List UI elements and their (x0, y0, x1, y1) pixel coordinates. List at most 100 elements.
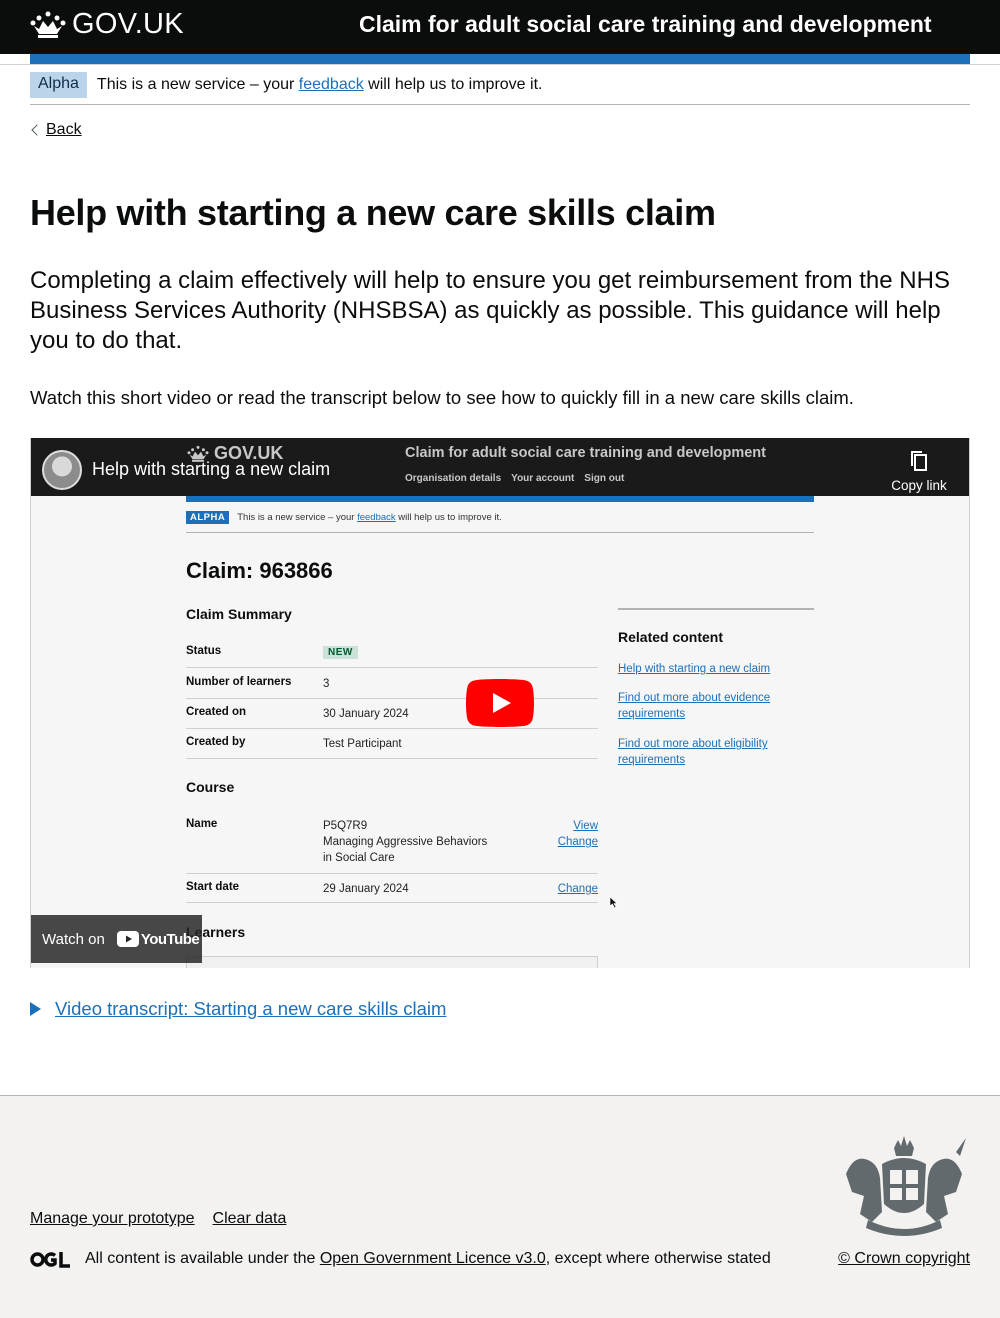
service-name-link[interactable]: Claim for adult social care training and… (359, 11, 932, 38)
video-frame-claim-title: Claim: 963866 (186, 558, 333, 583)
govuk-header: GOV.UK Claim for adult social care train… (0, 0, 1000, 54)
video-frame-divider (186, 532, 814, 533)
change-link: Change (557, 836, 598, 848)
phase-text-after: will help us to improve it. (363, 76, 543, 93)
watch-on-youtube-button[interactable]: Watch on YouTube (31, 915, 202, 963)
summary-actions: View Change (558, 818, 598, 850)
summary-value: 3 (323, 678, 330, 690)
video-frame-nav: Organisation details Your account Sign o… (405, 473, 624, 484)
video-frame-phase-after: will help us to improve it. (395, 512, 502, 523)
summary-key: Created on (186, 706, 247, 718)
logo-text: GOV.UK (72, 8, 184, 40)
channel-avatar[interactable] (42, 450, 82, 490)
copy-link-label: Copy link (891, 478, 947, 493)
licence-text: All content is available under the Open … (85, 1250, 771, 1268)
mouse-cursor-icon (610, 897, 618, 908)
summary-value: Test Participant (323, 738, 402, 750)
video-frame-nav-item: Organisation details (405, 473, 502, 484)
lead-paragraph: Completing a claim effectively will help… (30, 267, 950, 354)
licence-text-before: All content is available under the (85, 1250, 320, 1267)
youtube-icon (116, 931, 139, 947)
related-link: Find out more about evidence requirement… (618, 692, 771, 720)
learners-table-top (186, 956, 598, 968)
phase-banner: Alpha This is a new service – your feedb… (30, 72, 542, 98)
video-embed[interactable]: Help with starting a new claim GOV.UK Cl… (30, 438, 970, 968)
header-blue-bar (30, 54, 970, 64)
video-frame-phase-banner: ALPHA This is a new service – your feedb… (186, 511, 502, 524)
summary-value: NEW (323, 644, 358, 661)
video-frame-nav-item: Your account (511, 473, 575, 484)
summary-key: Name (186, 818, 218, 830)
play-button-icon[interactable] (466, 679, 534, 727)
royal-coat-of-arms-icon (846, 1136, 966, 1236)
govuk-logo-link[interactable]: GOV.UK (30, 8, 184, 41)
summary-row-created-on: Created on 30 January 2024 (186, 706, 598, 729)
summary-actions: Change (558, 881, 598, 897)
status-badge: NEW (323, 646, 358, 659)
video-frame-service: Claim for adult social care training and… (405, 445, 766, 461)
summary-row-status: Status NEW (186, 645, 598, 668)
video-frame-nav-item: Sign out (584, 473, 625, 484)
course-row-start-date: Start date 29 January 2024 Change (186, 881, 598, 903)
summary-key: Start date (186, 881, 240, 893)
footer-link-clear-data[interactable]: Clear data (213, 1210, 287, 1228)
phase-tag: Alpha (30, 72, 87, 98)
course-name-line-1: Managing Aggressive Behaviors (323, 836, 488, 848)
related-link: Find out more about eligibility requirem… (618, 738, 768, 766)
related-divider (618, 608, 814, 610)
ogl-logo-icon (30, 1251, 70, 1268)
summary-row-created-by: Created by Test Participant (186, 736, 598, 759)
change-link: Change (557, 883, 598, 895)
summary-value: P5Q7R9 Managing Aggressive Behaviors in … (323, 818, 487, 866)
video-frame-blue-bar (186, 496, 814, 502)
summary-row-learners: Number of learners 3 (186, 676, 598, 699)
crown-copyright: © Crown copyright (838, 1250, 970, 1268)
video-frame-course-heading: Course (186, 779, 235, 795)
ogl-licence-link[interactable]: Open Government Licence v3.0 (320, 1250, 546, 1267)
phase-divider (30, 104, 970, 105)
video-frame-phase-text: This is a new service – your feedback wi… (237, 512, 502, 523)
course-code: P5Q7R9 (323, 820, 368, 832)
related-content-heading: Related content (618, 629, 724, 645)
header-divider (0, 64, 1000, 65)
phase-text-before: This is a new service – your (96, 76, 299, 93)
summary-value: 30 January 2024 (323, 708, 409, 720)
footer-links: Manage your prototype Clear data (30, 1210, 286, 1228)
course-row-name: Name P5Q7R9 Managing Aggressive Behavior… (186, 818, 598, 874)
footer-licence: All content is available under the Open … (30, 1250, 771, 1268)
crown-icon (187, 445, 209, 462)
video-transcript-summary[interactable]: Video transcript: Starting a new care sk… (55, 998, 446, 1020)
youtube-wordmark: YouTube (140, 930, 200, 948)
view-link: View (573, 820, 598, 832)
video-transcript-details[interactable]: Video transcript: Starting a new care sk… (30, 998, 446, 1020)
video-frame-feedback-link: feedback (357, 512, 396, 523)
video-frame-phase-tag: ALPHA (186, 511, 230, 524)
crown-copyright-link[interactable]: © Crown copyright (838, 1250, 970, 1267)
phase-text: This is a new service – your feedback wi… (97, 76, 543, 94)
disclosure-triangle-icon (30, 1002, 41, 1016)
chevron-left-icon (31, 124, 43, 136)
related-link: Help with starting a new claim (618, 663, 771, 675)
summary-value: 29 January 2024 (323, 883, 409, 895)
page-title: Help with starting a new care skills cla… (30, 192, 716, 233)
govuk-footer: Manage your prototype Clear data All con… (0, 1095, 1000, 1318)
intro-paragraph: Watch this short video or read the trans… (30, 387, 854, 408)
back-link[interactable]: Back (46, 121, 82, 139)
video-frame-phase-before: This is a new service – your (237, 512, 358, 523)
video-frame-logo: GOV.UK (186, 443, 283, 464)
summary-key: Created by (186, 736, 246, 748)
video-frame-logo-text: GOV.UK (214, 443, 284, 463)
licence-text-after: , except where otherwise stated (545, 1250, 771, 1267)
course-name-line-2: in Social Care (323, 852, 395, 864)
watch-on-label: Watch on (42, 930, 105, 948)
copy-link-button[interactable]: Copy link (887, 450, 951, 493)
feedback-link[interactable]: feedback (299, 76, 364, 93)
summary-key: Status (186, 645, 222, 657)
footer-link-manage-prototype[interactable]: Manage your prototype (30, 1210, 195, 1228)
crown-icon (30, 11, 66, 38)
video-frame-summary-heading: Claim Summary (186, 606, 292, 622)
copy-icon (911, 451, 927, 471)
summary-key: Number of learners (186, 676, 292, 688)
back-link-wrapper: Back (30, 121, 82, 139)
youtube-logo: YouTube (116, 930, 200, 948)
